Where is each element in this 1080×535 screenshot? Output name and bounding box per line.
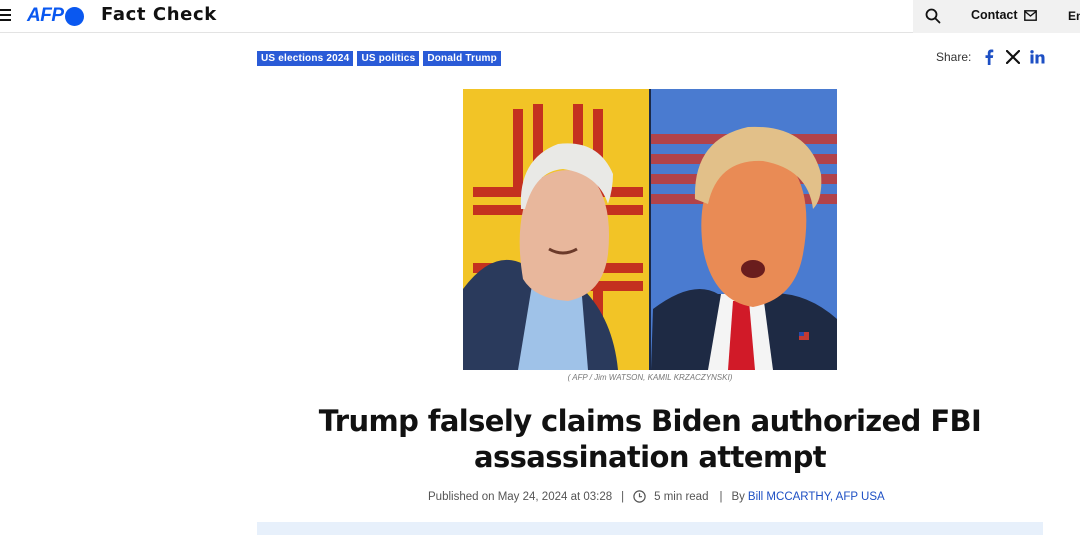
tag-list: US elections 2024 US politics Donald Tru…	[257, 51, 501, 66]
image-caption: ( AFP / Jim WATSON, KAMIL KRZACZYNSKI)	[567, 373, 733, 382]
meta-separator: |	[621, 490, 625, 503]
article-meta: Published on May 24, 2024 at 03:28 | 5 m…	[428, 490, 885, 503]
logo-dot-icon	[64, 6, 84, 26]
afp-logo[interactable]: AFP	[27, 5, 84, 27]
meta-separator: |	[719, 490, 723, 503]
share-bar: Share:	[936, 49, 1053, 65]
logo-text: AFP	[27, 5, 64, 26]
hero-image	[463, 89, 837, 370]
facebook-icon[interactable]	[981, 49, 997, 65]
linkedin-icon[interactable]	[1029, 49, 1045, 65]
read-time: 5 min read	[654, 490, 709, 503]
contact-label: Contact	[971, 8, 1018, 22]
published-date: Published on May 24, 2024 at 03:28	[428, 490, 613, 503]
tag-donald-trump[interactable]: Donald Trump	[423, 51, 501, 66]
header-tools: Contact En	[913, 0, 1080, 33]
contact-button[interactable]: Contact	[971, 8, 1037, 22]
x-icon[interactable]	[1005, 49, 1021, 65]
article-title: Trump falsely claims Biden authorized FB…	[318, 404, 982, 474]
language-selector[interactable]: En	[1068, 9, 1080, 23]
author-link[interactable]: Bill MCCARTHY, AFP USA	[748, 491, 885, 503]
hamburger-menu-icon[interactable]	[0, 6, 12, 24]
share-label: Share:	[936, 50, 972, 64]
site-header: AFP Fact Check Contact En	[0, 0, 1080, 33]
summary-box	[257, 522, 1043, 535]
byline-prefix: By	[731, 490, 745, 503]
clock-icon	[633, 490, 646, 503]
mail-icon	[1023, 9, 1037, 21]
site-title[interactable]: Fact Check	[101, 4, 217, 25]
tag-us-politics[interactable]: US politics	[357, 51, 420, 66]
tag-us-elections-2024[interactable]: US elections 2024	[257, 51, 354, 66]
search-icon[interactable]	[924, 7, 942, 25]
